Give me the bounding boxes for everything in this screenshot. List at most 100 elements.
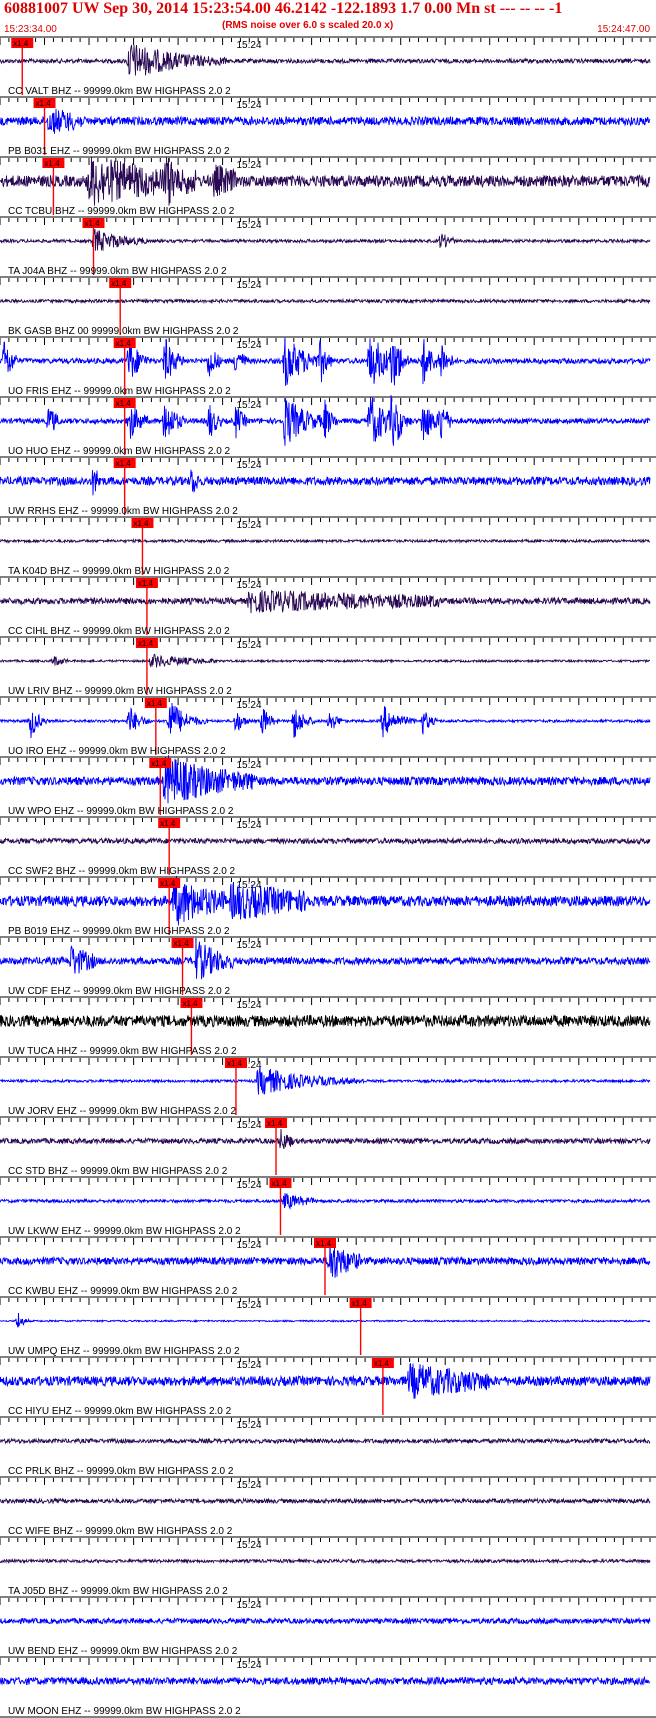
minute-label: 15:24 xyxy=(237,700,262,711)
minute-label: 15:24 xyxy=(237,340,262,351)
station-label: CC WIFE BHZ -- 99999.0km BW HIGHPASS 2.0… xyxy=(8,1526,233,1537)
station-panel: 15:24 UW BEND EHZ -- 99999.0km BW HIGHPAS… xyxy=(0,1596,656,1657)
minute-label: 15:24 xyxy=(237,280,262,291)
minute-label: 15:24 xyxy=(237,1240,262,1251)
pick-scale-label: x1.4 xyxy=(116,399,132,408)
minute-label: 15:24 xyxy=(237,520,262,531)
station-label: UW WPO EHZ -- 99999.0km BW HIGHPASS 2.0 … xyxy=(8,806,234,817)
waveform-trace xyxy=(0,157,651,206)
station-label: CC VALT BHZ -- 99999.0km BW HIGHPASS 2.0… xyxy=(8,86,231,97)
pick-scale-label: x1.4 xyxy=(160,879,176,888)
waveform-trace xyxy=(0,1128,651,1149)
time-ticks xyxy=(0,578,651,585)
time-ticks xyxy=(0,758,651,765)
pick-scale-label: x1.4 xyxy=(13,39,29,48)
station-label: CC TCBU BHZ -- 99999.0km BW HIGHPASS 2.0… xyxy=(8,206,235,217)
station-panel: 15:24 x1.4 UW TUCA HHZ -- 99999.0km BW HIG… xyxy=(0,996,656,1057)
station-panel: 15:24 x1.4 UW UMPQ EHZ -- 99999.0km BW HIG… xyxy=(0,1296,656,1357)
station-panel: 15:24 x1.4 UW CDF EHZ -- 99999.0km BW HIGH… xyxy=(0,936,656,997)
time-ticks xyxy=(0,1118,651,1125)
time-ticks xyxy=(0,698,651,705)
waveform-trace xyxy=(0,1497,651,1505)
waveform-trace xyxy=(0,875,651,926)
station-label: PB B031 EHZ -- 99999.0km BW HIGHPASS 2.0… xyxy=(8,146,230,157)
minute-label: 15:24 xyxy=(237,1180,262,1191)
station-label: UW BEND EHZ -- 99999.0km BW HIGHPASS 2.0… xyxy=(8,1646,238,1657)
waveform-trace xyxy=(0,1675,651,1687)
time-ticks xyxy=(0,518,651,525)
station-label: PB B019 EHZ -- 99999.0km BW HIGHPASS 2.0… xyxy=(8,926,230,937)
pick-scale-label: x1.4 xyxy=(151,759,167,768)
seismogram-page: 60881007 UW Sep 30, 2014 15:23:54.00 46.… xyxy=(0,0,656,1718)
pick-scale-label: x1.4 xyxy=(138,639,154,648)
waveform-trace xyxy=(0,469,651,496)
station-panel: 15:24 x1.4 CC VALT BHZ -- 99999.0km BW HIG… xyxy=(0,36,656,97)
minute-label: 15:24 xyxy=(237,460,262,471)
waveform-trace xyxy=(0,1437,651,1445)
station-panel: 15:24 x1.4 UO IRO EHZ -- 99999.0km BW HIGH… xyxy=(0,696,656,757)
station-label: UW RRHS EHZ -- 99999.0km BW HIGHPASS 2.0… xyxy=(8,506,238,517)
station-label: BK GASB BHZ 00 99999.0km BW HIGHPASS 2.0… xyxy=(8,326,239,337)
station-label: CC HIYU EHZ -- 99999.0km BW HIGHPASS 2.0… xyxy=(8,1406,232,1417)
time-ticks xyxy=(0,1538,651,1545)
station-panel: 15:24 CC PRLK BHZ -- 99999.0km BW HIGHPAS… xyxy=(0,1416,656,1477)
station-label: UW LRIV BHZ -- 99999.0km BW HIGHPASS 2.0… xyxy=(8,686,232,697)
station-panel: 15:24 x1.4 UO FRIS EHZ -- 99999.0km BW HIG… xyxy=(0,336,656,397)
station-panel: 15:24 x1.4 CC CIHL BHZ -- 99999.0km BW HIG… xyxy=(0,576,656,637)
station-label: UO HUO EHZ -- 99999.0km BW HIGHPASS 2.0 … xyxy=(8,446,231,457)
minute-label: 15:24 xyxy=(237,1420,262,1431)
pick-scale-label: x1.4 xyxy=(116,459,132,468)
station-label: CC CIHL BHZ -- 99999.0km BW HIGHPASS 2.0… xyxy=(8,626,230,637)
waveform-trace xyxy=(0,836,651,846)
station-label: TA J05D BHZ -- 99999.0km BW HIGHPASS 2.0… xyxy=(8,1586,228,1597)
minute-label: 15:24 xyxy=(237,1120,262,1131)
waveform-trace xyxy=(0,395,651,446)
station-panel: 15:24 CC WIFE BHZ -- 99999.0km BW HIGHPAS… xyxy=(0,1476,656,1537)
station-panel: 15:24 x1.4 PB B019 EHZ -- 99999.0km BW HIG… xyxy=(0,875,656,937)
station-panel: 15:24 x1.4 CC HIYU EHZ -- 99999.0km BW HIG… xyxy=(0,1356,656,1417)
waveform-trace xyxy=(0,44,651,76)
waveform-trace xyxy=(0,1014,651,1029)
minute-label: 15:24 xyxy=(237,1360,262,1371)
station-panel: 15:24 UW MOON EHZ -- 99999.0km BW HIGHPAS… xyxy=(0,1656,656,1717)
time-ticks xyxy=(0,38,651,45)
waveform-trace xyxy=(0,653,651,668)
station-panel: 15:24 x1.4 UW LKWW EHZ -- 99999.0km BW HIG… xyxy=(0,1176,656,1237)
minute-label: 15:24 xyxy=(237,580,262,591)
station-panel: 15:24 x1.4 BK GASB BHZ 00 99999.0km BW HIG… xyxy=(0,276,656,337)
time-ticks xyxy=(0,1658,651,1665)
pick-scale-label: x1.4 xyxy=(138,579,154,588)
station-panel: 15:24 x1.4 UW LRIV BHZ -- 99999.0km BW HIG… xyxy=(0,636,656,697)
time-ticks xyxy=(0,158,651,165)
waveform-trace xyxy=(0,938,651,980)
waveform-trace xyxy=(0,337,651,386)
waveform-trace xyxy=(0,1616,651,1626)
time-ticks xyxy=(0,1418,651,1425)
waveform-trace xyxy=(0,590,651,614)
minute-label: 15:24 xyxy=(237,1480,262,1491)
time-ticks xyxy=(0,878,651,885)
station-panel: 15:24 x1.4 UW WPO EHZ -- 99999.0km BW HIGH… xyxy=(0,755,656,817)
pick-scale-label: x1.4 xyxy=(84,219,100,228)
time-ticks xyxy=(0,1058,651,1065)
time-ticks xyxy=(0,1598,651,1605)
station-panel: 15:24 x1.4 PB B031 EHZ -- 99999.0km BW HIG… xyxy=(0,96,656,157)
station-panel: 15:24 x1.4 TA J04A BHZ -- 99999.0km BW HIG… xyxy=(0,216,656,277)
minute-label: 15:24 xyxy=(237,1660,262,1671)
waveform-trace xyxy=(0,1363,651,1399)
station-label: CC PRLK BHZ -- 99999.0km BW HIGHPASS 2.0… xyxy=(8,1466,234,1477)
waveform-trace xyxy=(0,702,651,739)
pick-scale-label: x1.4 xyxy=(116,339,132,348)
minute-label: 15:24 xyxy=(237,40,262,51)
waveform-trace xyxy=(0,1066,651,1095)
minute-label: 15:24 xyxy=(237,880,262,891)
pick-scale-label: x1.4 xyxy=(267,1119,283,1128)
minute-label: 15:24 xyxy=(237,820,262,831)
station-label: CC SWF2 BHZ -- 99999.0km BW HIGHPASS 2.0… xyxy=(8,866,236,877)
pick-scale-label: x1.4 xyxy=(36,99,52,108)
waveform-trace xyxy=(0,297,651,305)
station-label: UW TUCA HHZ -- 99999.0km BW HIGHPASS 2.0… xyxy=(8,1046,237,1057)
minute-label: 15:24 xyxy=(237,760,262,771)
station-label: CC STD BHZ -- 99999.0km BW HIGHPASS 2.0 … xyxy=(8,1166,228,1177)
time-ticks xyxy=(0,638,651,645)
